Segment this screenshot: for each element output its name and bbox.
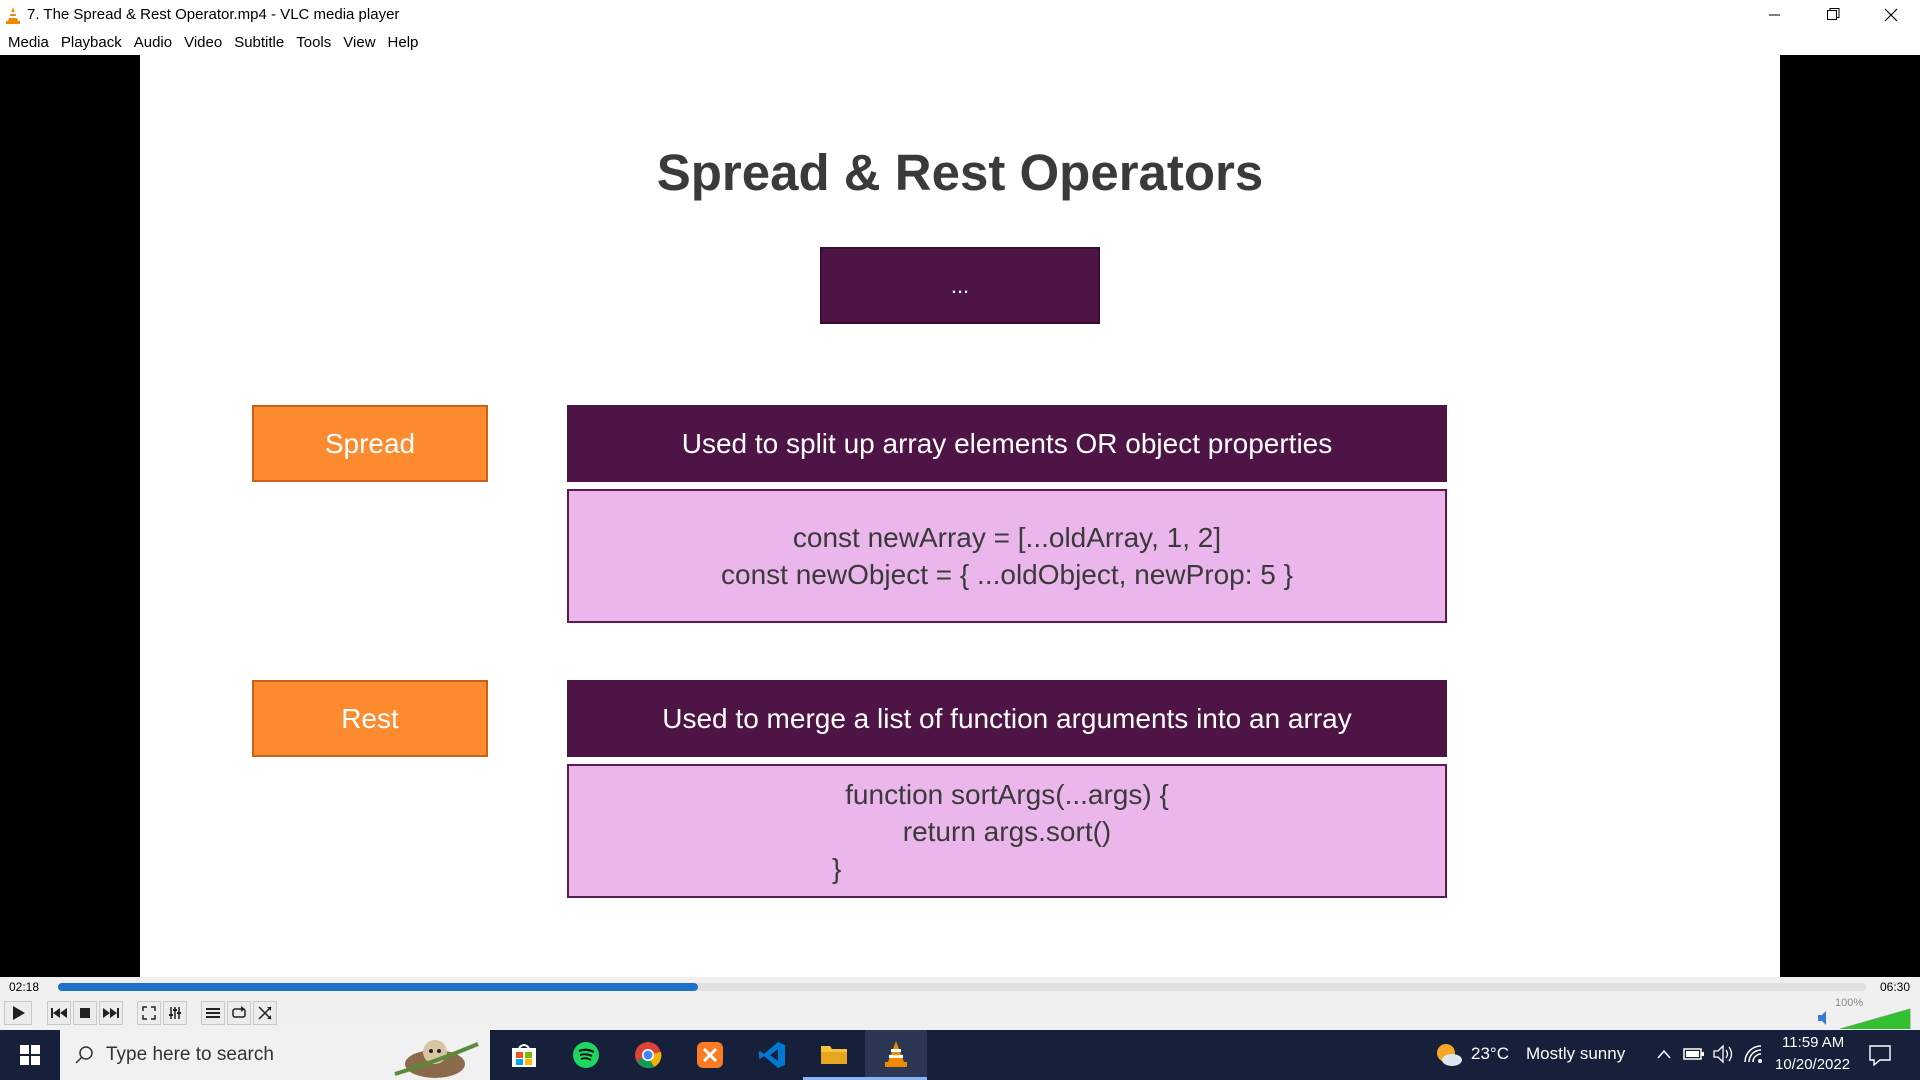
next-button[interactable] [99,1001,123,1025]
play-icon [13,1006,25,1020]
playlist-button[interactable] [201,1001,225,1025]
title-bar: 7. The Spread & Rest Operator.mp4 - VLC … [0,0,1920,29]
battery-icon[interactable] [1683,1046,1705,1062]
video-area[interactable]: Spread & Rest Operators ... Spread Used … [0,55,1920,977]
next-icon [103,1008,119,1018]
menu-help[interactable]: Help [382,34,425,51]
rest-code-line: } [832,852,842,884]
menu-subtitle[interactable]: Subtitle [228,34,290,51]
volume-control[interactable]: 100% [1818,995,1918,1034]
seek-bar[interactable] [58,983,1866,991]
volume-label: 100% [1835,997,1863,1009]
taskbar-spotify[interactable] [555,1030,617,1080]
search-icon [75,1046,93,1064]
windows-logo-icon [20,1045,40,1065]
taskbar-xampp[interactable] [679,1030,741,1080]
slide-frame: Spread & Rest Operators ... Spread Used … [140,55,1780,977]
previous-button[interactable] [47,1001,71,1025]
speaker-volume-icon[interactable] [1713,1044,1735,1064]
loop-button[interactable] [227,1001,251,1025]
volume-level [1840,1009,1910,1029]
menu-video[interactable]: Video [178,34,228,51]
menu-playback[interactable]: Playback [55,34,128,51]
chevron-up-icon[interactable] [1656,1048,1672,1060]
shuffle-icon [258,1006,272,1020]
search-placeholder: Type here to search [106,1044,274,1065]
menu-view[interactable]: View [337,34,381,51]
menu-bar: Media Playback Audio Video Subtitle Tool… [0,29,1920,55]
taskbar-file-explorer[interactable] [803,1030,865,1080]
stop-button[interactable] [73,1001,97,1025]
slide-title: Spread & Rest Operators [656,144,1264,201]
menu-audio[interactable]: Audio [128,34,178,51]
spread-code-line: const newArray = [...oldArray, 1, 2] [792,522,1222,553]
current-time: 02:18 [9,980,40,994]
menu-media[interactable]: Media [2,34,55,51]
spread-code-line: const newObject = { ...oldObject, newPro… [721,559,1293,590]
restore-icon [1826,8,1839,20]
window-title: 7. The Spread & Rest Operator.mp4 - VLC … [27,6,400,23]
total-time: 06:30 [1880,980,1911,994]
rest-description: Used to merge a list of function argumen… [567,680,1447,757]
seek-progress [58,983,699,991]
minimize-icon [1769,14,1780,15]
weather-temperature[interactable]: 23°C [1471,1044,1509,1064]
close-icon [1884,8,1898,21]
taskbar-vlc[interactable] [865,1030,927,1080]
rest-label: Rest [252,680,488,757]
sloth-illustration-icon [394,1040,479,1078]
xampp-icon [697,1042,723,1068]
minimize-button[interactable] [1746,0,1804,29]
equalizer-icon [169,1007,181,1019]
taskbar-chrome[interactable] [617,1030,679,1080]
chrome-icon [635,1042,662,1069]
menu-tools[interactable]: Tools [290,34,337,51]
clock-time[interactable]: 11:59 AM [1782,1034,1844,1051]
notification-icon[interactable] [1868,1044,1892,1066]
close-button[interactable] [1862,0,1920,29]
taskbar-vscode[interactable] [741,1030,803,1080]
vscode-icon [759,1042,785,1068]
spread-description: Used to split up array elements OR objec… [567,405,1447,482]
weather-sunny-icon [1437,1044,1462,1066]
operator-box: ... [820,247,1100,324]
vlc-cone-icon [3,5,23,25]
extended-settings-button[interactable] [163,1001,187,1025]
clock-date[interactable]: 10/20/2022 [1775,1056,1850,1073]
loop-icon [232,1006,246,1018]
rest-code-line: return args.sort() [902,815,1112,847]
folder-icon [821,1045,847,1064]
rest-code-line: function sortArgs(...args) { [845,778,1169,810]
wifi-icon[interactable] [1743,1044,1765,1064]
speaker-icon [1818,1011,1826,1025]
restore-button[interactable] [1804,0,1862,29]
weather-condition[interactable]: Mostly sunny [1526,1044,1625,1064]
start-button[interactable] [0,1030,60,1080]
windows-taskbar: Type here to search 23°C Mostly sunny 11… [0,1030,1920,1080]
spotify-icon [573,1042,599,1068]
spread-label: Spread [252,405,488,482]
stop-icon [80,1008,90,1018]
vlc-cone-icon [885,1040,907,1067]
rest-code-box: function sortArgs(...args) { return args… [567,764,1447,898]
playlist-icon [206,1008,220,1018]
play-button[interactable] [4,1001,32,1025]
taskbar-search[interactable]: Type here to search [60,1030,490,1080]
player-controls: 02:18 06:30 100% [0,977,1920,1030]
fullscreen-button[interactable] [137,1001,161,1025]
spread-code-box: const newArray = [...oldArray, 1, 2] con… [567,489,1447,623]
shuffle-button[interactable] [253,1001,277,1025]
fullscreen-icon [142,1006,156,1020]
taskbar-microsoft-store[interactable] [493,1030,555,1080]
previous-icon [51,1008,67,1018]
store-icon [512,1044,536,1067]
